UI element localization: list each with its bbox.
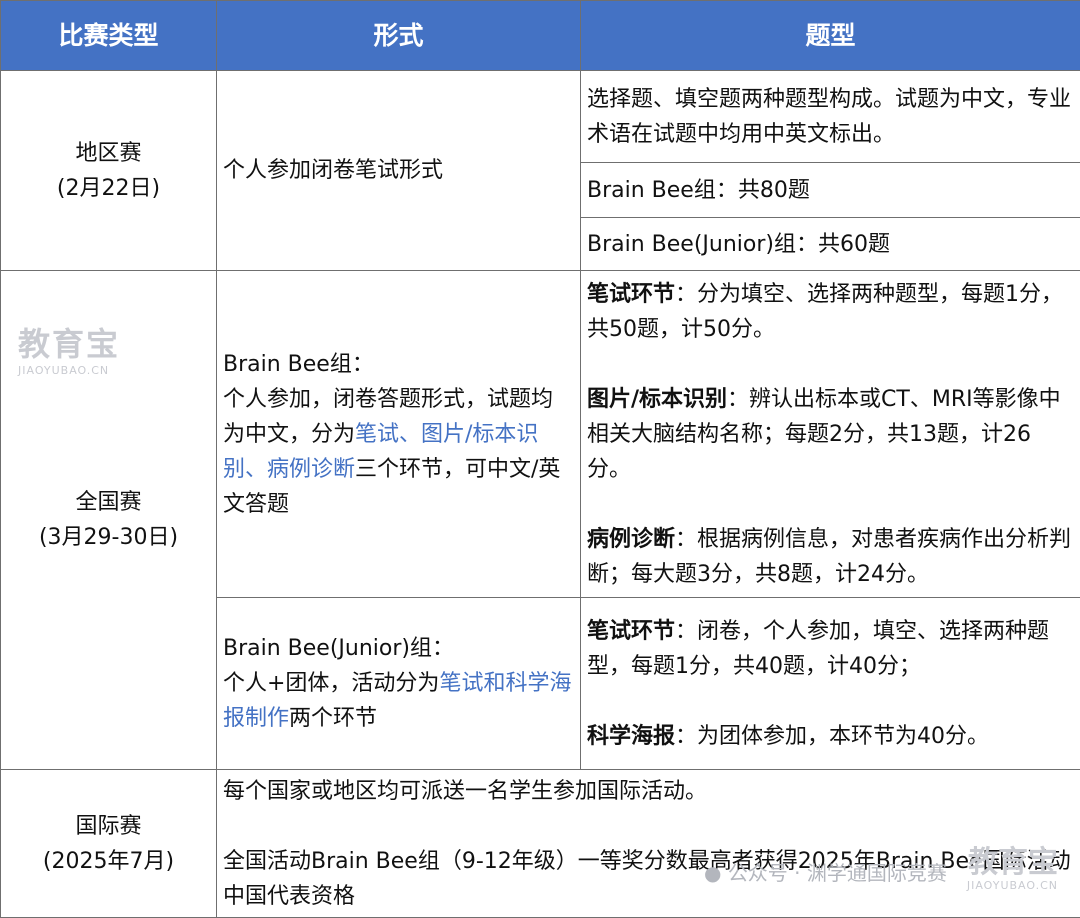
national-junior-section: 科学海报：为团体参加，本环节为40分。 bbox=[587, 719, 1074, 754]
section-label: 笔试环节 bbox=[587, 619, 675, 644]
regional-date: (2月22日) bbox=[5, 171, 212, 206]
section-label: 笔试环节 bbox=[587, 282, 675, 307]
regional-row-1: 地区赛 (2月22日) 个人参加闭卷笔试形式 选择题、填空题两种题型构成。试题为… bbox=[1, 71, 1080, 163]
national-junior-desc: 个人+团体，活动分为笔试和科学海报制作两个环节 bbox=[223, 666, 574, 736]
international-line-1: 每个国家或地区均可派送一名学生参加国际活动。 bbox=[223, 774, 1074, 809]
regional-format-cell: 个人参加闭卷笔试形式 bbox=[217, 71, 581, 271]
national-junior-sections-cell: 笔试环节：闭卷，个人参加，填空、选择两种题型，每题1分，共40题，计40分； 科… bbox=[581, 598, 1080, 770]
header-question-type: 题型 bbox=[581, 1, 1080, 71]
national-date: (3月29-30日) bbox=[5, 520, 212, 555]
national-bb-format-cell: Brain Bee组： 个人参加，闭卷答题形式，试题均为中文，分为笔试、图片/标… bbox=[217, 271, 581, 598]
regional-name: 地区赛 bbox=[5, 136, 212, 171]
regional-type-cell: 地区赛 (2月22日) bbox=[1, 71, 217, 271]
section-label: 图片/标本识别 bbox=[587, 387, 727, 412]
section-text: ：为团体参加，本环节为40分。 bbox=[675, 724, 989, 749]
regional-question-types: 选择题、填空题两种题型构成。试题为中文，专业术语在试题中均用中英文标出。 bbox=[581, 71, 1080, 163]
national-bb-desc: 个人参加，闭卷答题形式，试题均为中文，分为笔试、图片/标本识别、病例诊断三个环节… bbox=[223, 382, 574, 522]
regional-bb-count: Brain Bee组：共80题 bbox=[581, 163, 1080, 218]
international-name: 国际赛 bbox=[5, 809, 212, 844]
international-row: 国际赛 (2025年7月) 每个国家或地区均可派送一名学生参加国际活动。 全国活… bbox=[1, 770, 1080, 918]
header-competition-type: 比赛类型 bbox=[1, 1, 217, 71]
header-format: 形式 bbox=[217, 1, 581, 71]
international-date: (2025年7月) bbox=[5, 844, 212, 879]
national-row-1: 全国赛 (3月29-30日) Brain Bee组： 个人参加，闭卷答题形式，试… bbox=[1, 271, 1080, 598]
national-junior-section: 笔试环节：闭卷，个人参加，填空、选择两种题型，每题1分，共40题，计40分； bbox=[587, 614, 1074, 684]
competition-table: 比赛类型 形式 题型 地区赛 (2月22日) 个人参加闭卷笔试形式 选择题、填空… bbox=[0, 0, 1080, 918]
national-junior-format-cell: Brain Bee(Junior)组： 个人+团体，活动分为笔试和科学海报制作两… bbox=[217, 598, 581, 770]
header-row: 比赛类型 形式 题型 bbox=[1, 1, 1080, 71]
national-name: 全国赛 bbox=[5, 485, 212, 520]
national-bb-section: 图片/标本识别：辨认出标本或CT、MRI等影像中相关大脑结构名称；每题2分，共1… bbox=[587, 382, 1074, 487]
section-label: 病例诊断 bbox=[587, 527, 675, 552]
international-line-2: 全国活动Brain Bee组（9-12年级）一等奖分数最高者获得2025年Bra… bbox=[223, 844, 1074, 914]
section-label: 科学海报 bbox=[587, 724, 675, 749]
international-desc-cell: 每个国家或地区均可派送一名学生参加国际活动。 全国活动Brain Bee组（9-… bbox=[217, 770, 1080, 918]
national-type-cell: 全国赛 (3月29-30日) bbox=[1, 271, 217, 770]
regional-junior-count: Brain Bee(Junior)组：共60题 bbox=[581, 218, 1080, 271]
national-bb-sections-cell: 笔试环节：分为填空、选择两种题型，每题1分，共50题，计50分。 图片/标本识别… bbox=[581, 271, 1080, 598]
national-junior-text-a: 个人+团体，活动分为 bbox=[223, 671, 439, 696]
national-bb-title: Brain Bee组： bbox=[223, 347, 574, 382]
national-junior-text-b: 两个环节 bbox=[289, 706, 377, 731]
national-bb-section: 病例诊断：根据病例信息，对患者疾病作出分析判断；每大题3分，共8题，计24分。 bbox=[587, 522, 1074, 592]
international-type-cell: 国际赛 (2025年7月) bbox=[1, 770, 217, 918]
national-bb-section: 笔试环节：分为填空、选择两种题型，每题1分，共50题，计50分。 bbox=[587, 277, 1074, 347]
national-junior-title: Brain Bee(Junior)组： bbox=[223, 631, 574, 666]
